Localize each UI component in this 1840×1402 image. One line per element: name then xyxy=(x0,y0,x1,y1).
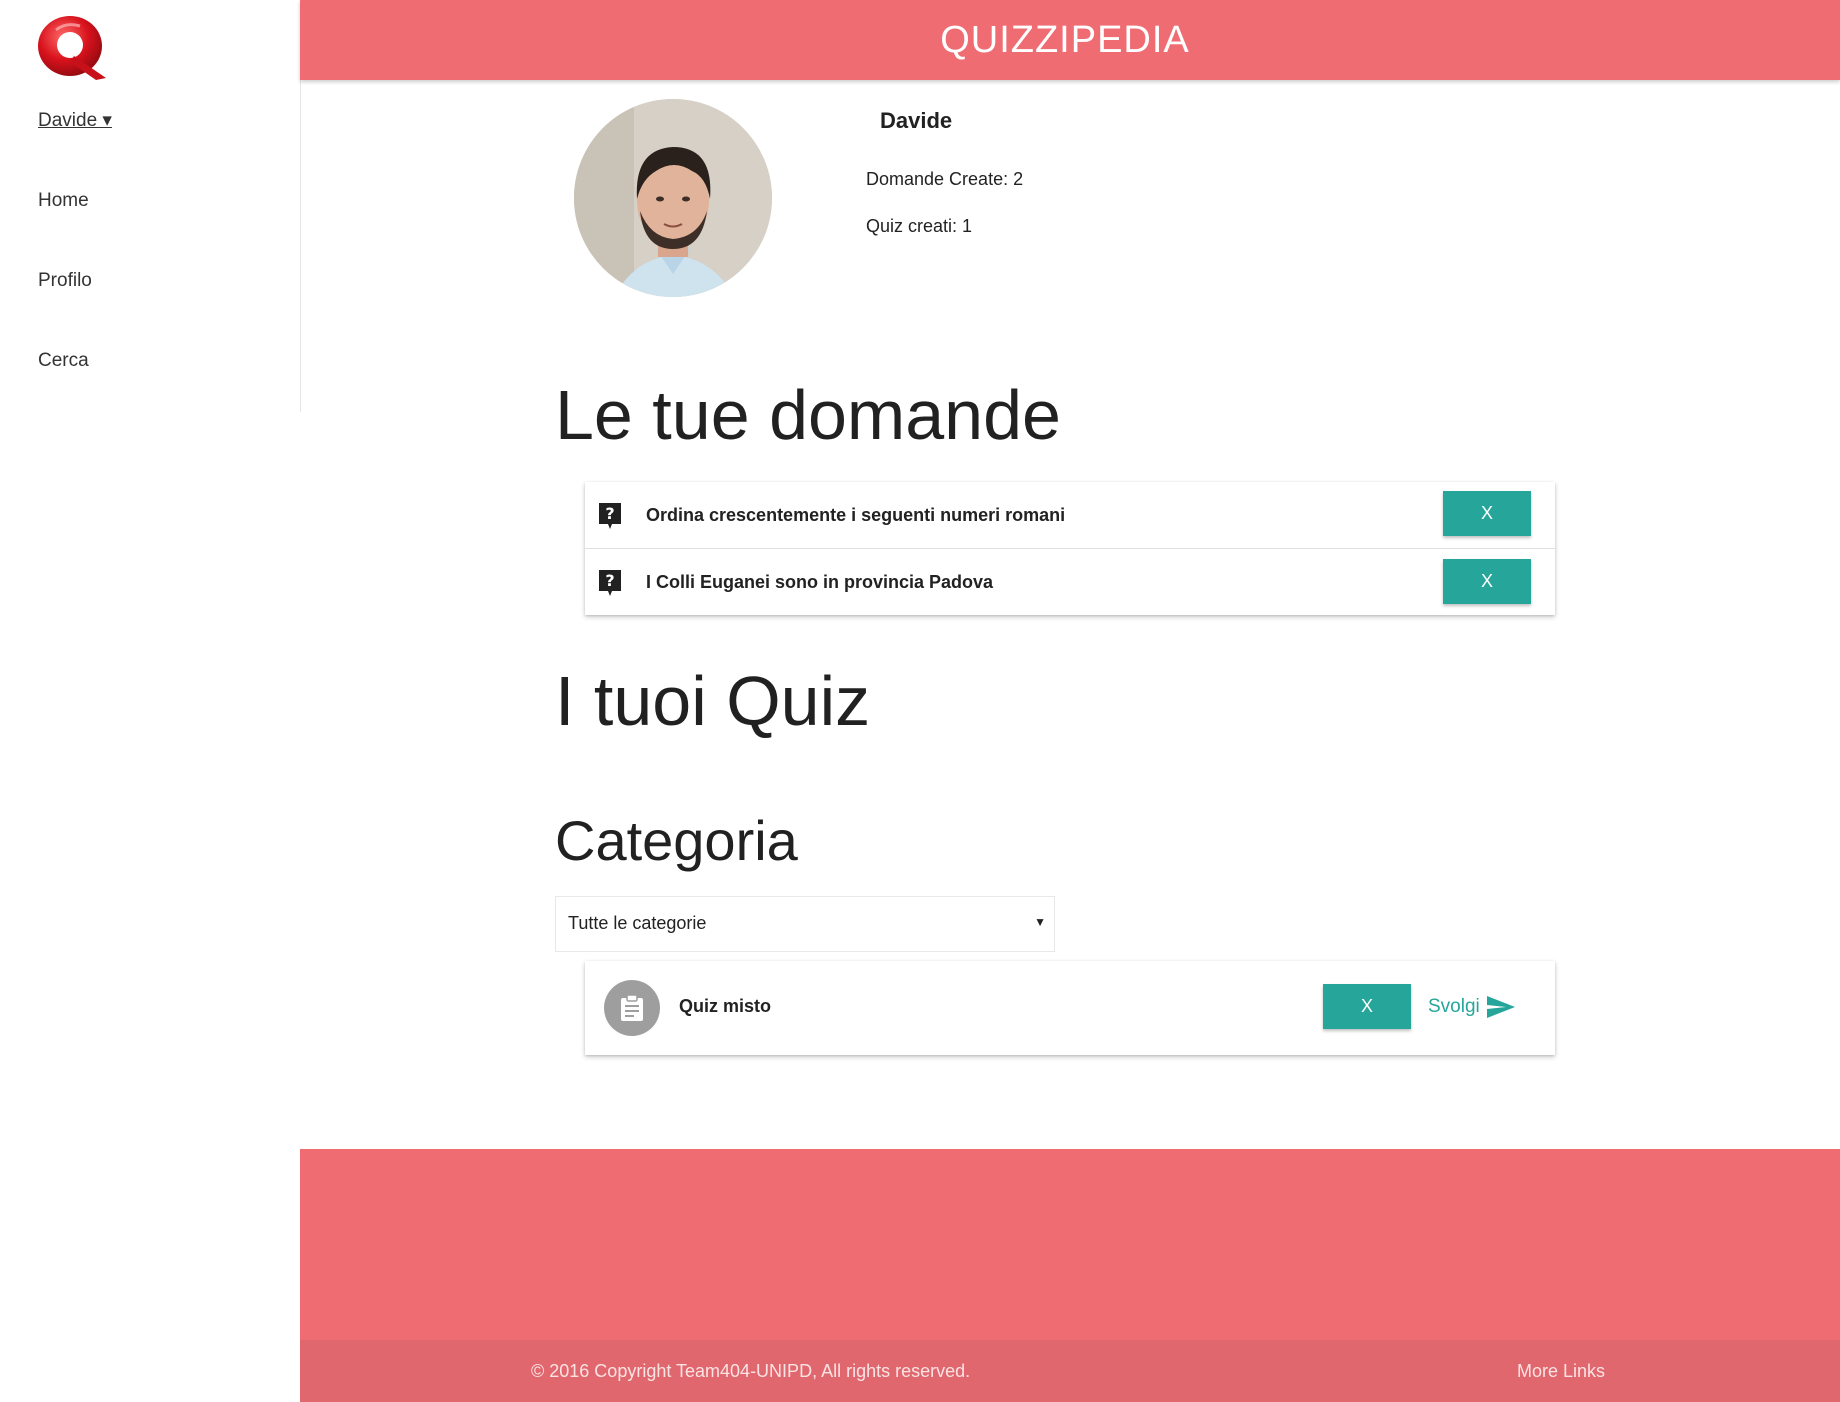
questions-created-count: Domande Create: 2 xyxy=(866,169,1024,189)
clipboard-icon xyxy=(620,994,644,1027)
list-item: ? Ordina crescentemente i seguenti numer… xyxy=(585,482,1555,549)
sidebar-item-profilo[interactable]: Profilo xyxy=(38,270,92,292)
app-title: QUIZZIPEDIA xyxy=(940,18,1190,61)
questions-section-title: Le tue domande xyxy=(555,376,1061,454)
quiz-avatar xyxy=(604,980,660,1036)
sidebar-item-home[interactable]: Home xyxy=(38,190,89,212)
copyright-text: © 2016 Copyright Team404-UNIPD, All righ… xyxy=(531,1361,971,1381)
avatar xyxy=(574,99,772,297)
delete-question-button[interactable]: X xyxy=(1443,559,1531,604)
quiz-title: Quiz misto xyxy=(679,996,772,1016)
questions-list: ? Ordina crescentemente i seguenti numer… xyxy=(585,482,1555,615)
top-header: QUIZZIPEDIA xyxy=(300,0,1840,80)
svg-text:?: ? xyxy=(605,504,614,523)
user-menu[interactable]: Davide ▾ xyxy=(38,109,112,132)
play-quiz-label: Svolgi xyxy=(1428,996,1480,1017)
quizzes-created-count: Quiz creati: 1 xyxy=(866,216,973,236)
svg-text:?: ? xyxy=(605,571,614,590)
send-arrow-icon xyxy=(1486,995,1516,1019)
sidebar: Davide ▾ Home Profilo Cerca xyxy=(0,0,301,412)
list-item: ? I Colli Euganei sono in provincia Pado… xyxy=(585,549,1555,615)
delete-quiz-button[interactable]: X xyxy=(1323,984,1411,1029)
question-bubble-icon: ? xyxy=(597,569,623,597)
play-quiz-link[interactable]: Svolgi xyxy=(1428,995,1516,1019)
footer-bar: © 2016 Copyright Team404-UNIPD, All righ… xyxy=(300,1340,1840,1402)
question-text: I Colli Euganei sono in provincia Padova xyxy=(646,571,994,592)
profile-name: Davide xyxy=(880,108,953,133)
chevron-down-icon: ▼ xyxy=(1034,915,1046,929)
delete-question-button[interactable]: X xyxy=(1443,491,1531,536)
footer: © 2016 Copyright Team404-UNIPD, All righ… xyxy=(300,1149,1840,1402)
question-bubble-icon: ? xyxy=(597,502,623,530)
category-select-value: Tutte le categorie xyxy=(568,913,707,933)
sidebar-item-cerca[interactable]: Cerca xyxy=(38,350,89,372)
question-text: Ordina crescentemente i seguenti numeri … xyxy=(646,504,1066,525)
more-links-link[interactable]: More Links xyxy=(1517,1361,1605,1382)
category-title: Categoria xyxy=(555,809,798,872)
quiz-list: Quiz misto X Svolgi xyxy=(585,961,1555,1055)
app-logo[interactable] xyxy=(36,12,112,82)
category-select[interactable]: Tutte le categorie ▼ xyxy=(555,896,1055,952)
quiz-section-title: I tuoi Quiz xyxy=(555,662,871,740)
